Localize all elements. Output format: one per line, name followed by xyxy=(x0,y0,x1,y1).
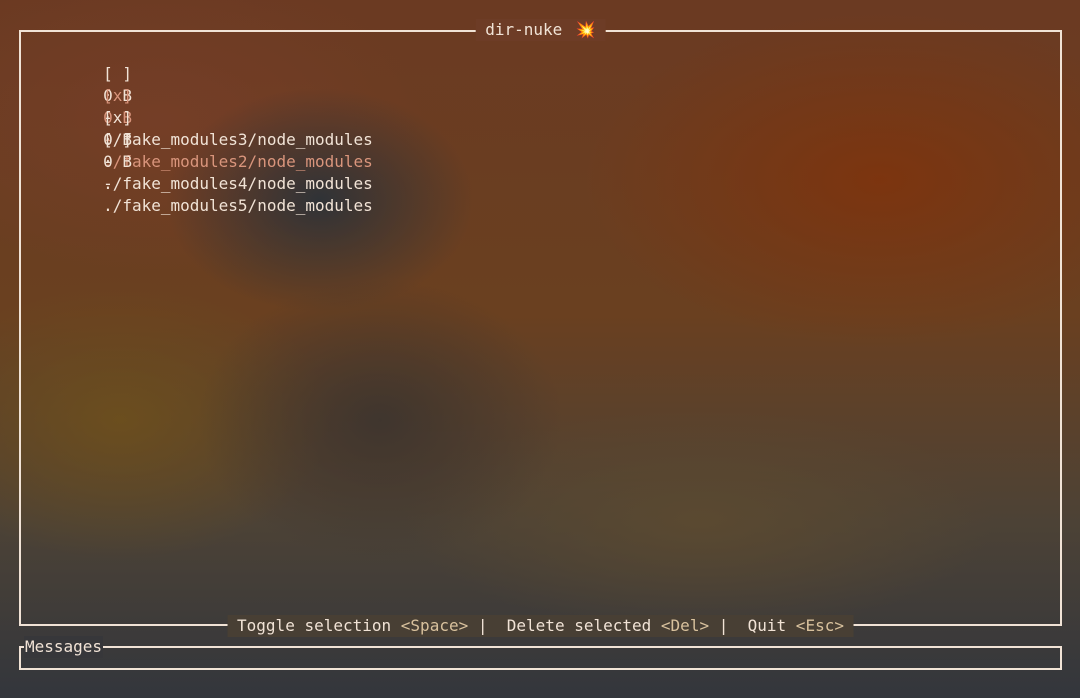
separator: | xyxy=(718,616,729,635)
explosion-icon: 💥 xyxy=(575,20,596,39)
app-title: dir-nuke xyxy=(485,20,563,39)
del-key: <Del> xyxy=(660,616,710,635)
directory-list: [ ] 0 B - ./fake_modules3/node_modules [… xyxy=(26,41,373,215)
messages-panel: Messages xyxy=(19,636,1062,670)
file-list-panel: dir-nuke 💥 [ ] 0 B - ./fake_modules3/nod… xyxy=(19,19,1062,637)
item-size: 0 B xyxy=(103,152,132,171)
list-item[interactable]: [ ] 0 B - ./fake_modules3/node_modules xyxy=(26,41,373,149)
delete-selected-label: Delete selected xyxy=(506,616,652,635)
space-key: <Space> xyxy=(400,616,469,635)
item-path: ./fake_modules5/node_modules xyxy=(103,196,373,215)
toggle-selection-label: Toggle selection xyxy=(237,616,392,635)
quit-label: Quit xyxy=(747,616,787,635)
item-path: ./fake_modules2/node_modules xyxy=(103,152,373,171)
checkbox[interactable]: [ ] xyxy=(103,130,132,149)
checkbox[interactable]: [x] xyxy=(103,108,132,127)
esc-key: <Esc> xyxy=(795,616,844,635)
checkbox[interactable]: [x] xyxy=(103,86,132,105)
keybinding-hints: Toggle selection <Space> | Delete select… xyxy=(227,615,854,637)
dash: - xyxy=(103,174,113,193)
item-path: ./fake_modules3/node_modules xyxy=(103,130,373,149)
item-path: ./fake_modules4/node_modules xyxy=(103,174,373,193)
terminal-window: dir-nuke 💥 [ ] 0 B - ./fake_modules3/nod… xyxy=(0,0,1080,698)
toggle-selection-hint[interactable]: Toggle selection <Space> xyxy=(237,616,468,635)
quit-hint[interactable]: Quit <Esc> xyxy=(748,616,844,635)
separator: | xyxy=(477,616,488,635)
messages-label: Messages xyxy=(24,636,104,658)
panel-title: dir-nuke 💥 xyxy=(475,19,606,41)
checkbox[interactable]: [ ] xyxy=(103,64,132,83)
delete-selected-hint[interactable]: Delete selected <Del> xyxy=(507,616,709,635)
